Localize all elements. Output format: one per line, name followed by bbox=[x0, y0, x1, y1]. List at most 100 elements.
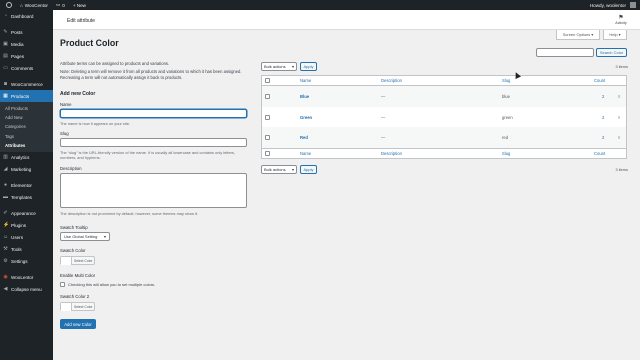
swatch-tooltip-select[interactable]: Use Global Setting ▾ bbox=[60, 232, 110, 241]
home-icon: ⌂ bbox=[20, 2, 23, 8]
screen-options-label: Screen Options bbox=[562, 32, 591, 37]
column-name-footer[interactable]: Name bbox=[300, 151, 311, 156]
sidebar-item-marketing[interactable]: ◢ Marketing bbox=[0, 164, 53, 176]
brush-icon: ✐ bbox=[3, 210, 8, 217]
sidebar-item-label: Templates bbox=[11, 195, 32, 201]
bulk-actions-label: Bulk actions bbox=[264, 167, 286, 172]
user-icon: ☺ bbox=[3, 234, 9, 241]
wordpress-icon bbox=[6, 2, 12, 8]
drag-handle-icon[interactable]: ≡ bbox=[618, 135, 620, 140]
sidebar-item-settings[interactable]: ⚙ Settings bbox=[0, 256, 53, 268]
drag-handle-icon[interactable]: ≡ bbox=[618, 115, 620, 120]
select-color-2-button[interactable]: Select Color bbox=[60, 302, 95, 311]
sidebar-item-products[interactable]: ▦ Products bbox=[0, 90, 53, 102]
column-slug-footer[interactable]: Slug bbox=[502, 151, 510, 156]
search-button[interactable]: Search Color bbox=[596, 48, 627, 57]
sidebar-item-users[interactable]: ☺ Users bbox=[0, 232, 53, 244]
term-name-link[interactable]: Red bbox=[300, 135, 308, 140]
column-description-footer[interactable]: Description bbox=[381, 151, 402, 156]
products-icon: ▦ bbox=[3, 92, 8, 99]
term-slug: blue bbox=[502, 93, 510, 99]
sidebar-item-woolentor[interactable]: ◉ WooLentor bbox=[0, 272, 53, 284]
submenu-add-new[interactable]: Add New bbox=[0, 113, 53, 122]
chevron-down-icon: ▾ bbox=[618, 32, 621, 37]
sidebar-item-media[interactable]: ▣ Media bbox=[0, 38, 53, 50]
admin-sidebar: ◔ Dashboard ✎ Posts ▣ Media ▤ Pages ▭ Comment… bbox=[0, 10, 53, 360]
howdy-text: Howdy, woolentor bbox=[589, 2, 626, 8]
sidebar-item-collapse[interactable]: ◀ Collapse menu bbox=[0, 284, 53, 296]
row-checkbox[interactable] bbox=[265, 114, 270, 120]
sidebar-item-elementor[interactable]: ● Elementor bbox=[0, 180, 53, 192]
term-name-link[interactable]: Green bbox=[300, 115, 312, 120]
multi-color-checkbox[interactable] bbox=[60, 282, 65, 287]
term-description: — bbox=[381, 135, 386, 141]
wordpress-logo-link[interactable] bbox=[0, 0, 16, 10]
sidebar-item-label: Appearance bbox=[11, 211, 36, 217]
items-count-bottom: 3 items bbox=[615, 167, 628, 172]
add-new-color-button[interactable]: Add new Color bbox=[60, 319, 96, 329]
comments-link[interactable]: ▭ 0 bbox=[52, 0, 69, 10]
submenu-categories[interactable]: Categories bbox=[0, 122, 53, 131]
column-count-footer[interactable]: Count bbox=[594, 151, 605, 156]
sidebar-item-label: Collapse menu bbox=[11, 287, 42, 293]
dashboard-icon: ◔ bbox=[3, 12, 8, 19]
my-account-link[interactable]: Howdy, woolentor bbox=[586, 0, 640, 10]
activity-button[interactable]: ⚑ Activity bbox=[614, 15, 628, 25]
swatch-color-2-label: Swatch Color 2 bbox=[60, 294, 90, 299]
drag-handle-icon[interactable]: ≡ bbox=[618, 94, 620, 99]
select-all-checkbox-footer[interactable] bbox=[265, 151, 270, 157]
sidebar-item-comments[interactable]: ▭ Comments bbox=[0, 62, 53, 74]
submenu-all-products[interactable]: All Products bbox=[0, 104, 53, 113]
bulk-actions-select-top[interactable]: Bulk actions ▾ bbox=[261, 62, 297, 71]
page-icon: ▤ bbox=[3, 52, 8, 59]
submenu-attributes[interactable]: Attributes bbox=[0, 141, 53, 150]
slug-label: Slug bbox=[60, 131, 69, 136]
sidebar-item-analytics[interactable]: ▥ Analytics bbox=[0, 152, 53, 164]
chevron-down-icon: ▾ bbox=[291, 64, 294, 69]
intro-text: Attribute terms can be assigned to produ… bbox=[60, 61, 250, 80]
select-all-checkbox[interactable] bbox=[265, 78, 270, 83]
sidebar-item-templates[interactable]: ▬ Templates bbox=[0, 192, 53, 204]
column-slug[interactable]: Slug bbox=[502, 78, 510, 83]
bulk-actions-select-bottom[interactable]: Bulk actions ▾ bbox=[261, 165, 297, 174]
sidebar-item-appearance[interactable]: ✐ Appearance bbox=[0, 208, 53, 220]
page-title: Product Color bbox=[60, 38, 119, 48]
screen-options-button[interactable]: Screen Options ▾ bbox=[556, 30, 600, 40]
select-color-button[interactable]: Select Color bbox=[60, 256, 95, 265]
sidebar-item-label: Elementor bbox=[11, 183, 32, 189]
new-label: + New bbox=[72, 2, 86, 8]
sidebar-item-posts[interactable]: ✎ Posts bbox=[0, 26, 53, 38]
new-content-link[interactable]: + New bbox=[69, 0, 90, 10]
submenu-tags[interactable]: Tags bbox=[0, 132, 53, 141]
sidebar-item-dashboard[interactable]: ◔ Dashboard bbox=[0, 10, 53, 22]
breadcrumb: Edit attribute bbox=[67, 18, 96, 24]
bulk-actions-label: Bulk actions bbox=[264, 64, 286, 69]
search-input[interactable] bbox=[536, 48, 594, 57]
sidebar-item-plugins[interactable]: ⚡ Plugins bbox=[0, 220, 53, 232]
term-name-link[interactable]: Blue bbox=[300, 94, 309, 99]
apply-button-bottom[interactable]: Apply bbox=[300, 165, 317, 174]
column-count[interactable]: Count bbox=[594, 78, 605, 83]
apply-button-top[interactable]: Apply bbox=[300, 62, 317, 71]
sidebar-item-pages[interactable]: ▤ Pages bbox=[0, 50, 53, 62]
sidebar-item-woocommerce[interactable]: ◙ WooCommerce bbox=[0, 78, 53, 90]
term-count-link[interactable]: 2 bbox=[602, 94, 604, 99]
description-textarea[interactable] bbox=[60, 173, 247, 208]
help-button[interactable]: Help ▾ bbox=[603, 30, 627, 40]
row-checkbox[interactable] bbox=[265, 93, 270, 99]
plug-icon: ⚡ bbox=[3, 222, 10, 229]
column-name[interactable]: Name bbox=[300, 78, 311, 83]
site-name-link[interactable]: ⌂ WooCentor bbox=[16, 0, 52, 10]
sidebar-item-tools[interactable]: ⚒ Tools bbox=[0, 244, 53, 256]
term-count-link[interactable]: 2 bbox=[602, 135, 604, 140]
slug-field[interactable] bbox=[60, 138, 247, 147]
name-field[interactable] bbox=[60, 109, 247, 118]
sidebar-item-label: Users bbox=[11, 235, 23, 241]
media-icon: ▣ bbox=[3, 40, 8, 47]
term-thumbnail bbox=[276, 110, 291, 125]
table-footer: Name Description Slug Count bbox=[262, 148, 626, 158]
sidebar-item-label: Tools bbox=[11, 247, 22, 253]
term-count-link[interactable]: 2 bbox=[602, 115, 604, 120]
row-checkbox[interactable] bbox=[265, 135, 270, 141]
column-description[interactable]: Description bbox=[381, 78, 402, 83]
